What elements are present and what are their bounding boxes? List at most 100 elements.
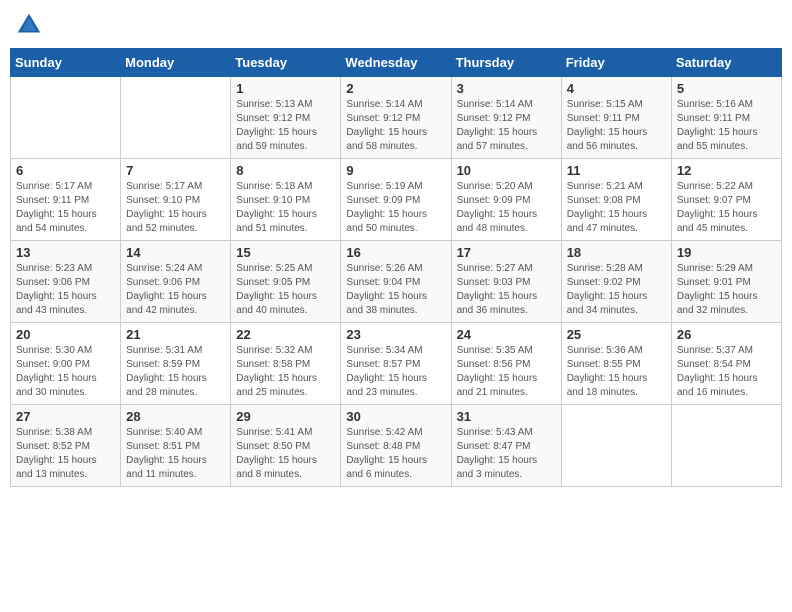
day-number: 2	[346, 81, 445, 96]
day-info: Sunrise: 5:24 AM Sunset: 9:06 PM Dayligh…	[126, 262, 225, 318]
calendar-cell: 8 Sunrise: 5:18 AM Sunset: 9:10 PM Daylig…	[231, 159, 341, 241]
day-info: Sunrise: 5:36 AM Sunset: 8:55 PM Dayligh…	[567, 344, 666, 400]
header-tuesday: Tuesday	[231, 49, 341, 77]
calendar-cell: 25 Sunrise: 5:36 AM Sunset: 8:55 PM Dayli…	[561, 323, 671, 405]
calendar-cell: 18 Sunrise: 5:28 AM Sunset: 9:02 PM Dayli…	[561, 241, 671, 323]
calendar-week-row: 1 Sunrise: 5:13 AM Sunset: 9:12 PM Daylig…	[11, 77, 782, 159]
day-info: Sunrise: 5:31 AM Sunset: 8:59 PM Dayligh…	[126, 344, 225, 400]
day-info: Sunrise: 5:21 AM Sunset: 9:08 PM Dayligh…	[567, 180, 666, 236]
day-info: Sunrise: 5:14 AM Sunset: 9:12 PM Dayligh…	[457, 98, 556, 154]
calendar-cell: 14 Sunrise: 5:24 AM Sunset: 9:06 PM Dayli…	[121, 241, 231, 323]
day-number: 13	[16, 245, 115, 260]
day-number: 23	[346, 327, 445, 342]
calendar-cell: 23 Sunrise: 5:34 AM Sunset: 8:57 PM Dayli…	[341, 323, 451, 405]
header-wednesday: Wednesday	[341, 49, 451, 77]
calendar-cell: 3Sunrise: 5:14 AM Sunset: 9:12 PM Daylig…	[451, 77, 561, 159]
day-info: Sunrise: 5:27 AM Sunset: 9:03 PM Dayligh…	[457, 262, 556, 318]
calendar-cell: 16 Sunrise: 5:26 AM Sunset: 9:04 PM Dayli…	[341, 241, 451, 323]
day-number: 10	[457, 163, 556, 178]
header-saturday: Saturday	[671, 49, 781, 77]
day-number: 17	[457, 245, 556, 260]
day-number: 22	[236, 327, 335, 342]
calendar-cell: 17 Sunrise: 5:27 AM Sunset: 9:03 PM Dayli…	[451, 241, 561, 323]
day-number: 16	[346, 245, 445, 260]
calendar-cell: 5 Sunrise: 5:16 AM Sunset: 9:11 PM Daylig…	[671, 77, 781, 159]
day-info: Sunrise: 5:29 AM Sunset: 9:01 PM Dayligh…	[677, 262, 776, 318]
day-number: 31	[457, 409, 556, 424]
calendar-week-row: 13 Sunrise: 5:23 AM Sunset: 9:06 PM Dayli…	[11, 241, 782, 323]
calendar-cell: 26 Sunrise: 5:37 AM Sunset: 8:54 PM Dayli…	[671, 323, 781, 405]
logo	[14, 10, 48, 40]
day-info: Sunrise: 5:22 AM Sunset: 9:07 PM Dayligh…	[677, 180, 776, 236]
day-number: 24	[457, 327, 556, 342]
calendar-cell: 30 Sunrise: 5:42 AM Sunset: 8:48 PM Dayli…	[341, 405, 451, 487]
day-info: Sunrise: 5:30 AM Sunset: 9:00 PM Dayligh…	[16, 344, 115, 400]
day-number: 5	[677, 81, 776, 96]
day-info: Sunrise: 5:37 AM Sunset: 8:54 PM Dayligh…	[677, 344, 776, 400]
day-info: Sunrise: 5:28 AM Sunset: 9:02 PM Dayligh…	[567, 262, 666, 318]
day-number: 14	[126, 245, 225, 260]
calendar-cell: 20 Sunrise: 5:30 AM Sunset: 9:00 PM Dayli…	[11, 323, 121, 405]
calendar-cell: 19 Sunrise: 5:29 AM Sunset: 9:01 PM Dayli…	[671, 241, 781, 323]
day-info: Sunrise: 5:20 AM Sunset: 9:09 PM Dayligh…	[457, 180, 556, 236]
day-number: 8	[236, 163, 335, 178]
day-info: Sunrise: 5:26 AM Sunset: 9:04 PM Dayligh…	[346, 262, 445, 318]
calendar-cell: 21 Sunrise: 5:31 AM Sunset: 8:59 PM Dayli…	[121, 323, 231, 405]
calendar-cell: 10 Sunrise: 5:20 AM Sunset: 9:09 PM Dayli…	[451, 159, 561, 241]
calendar-table: SundayMondayTuesdayWednesdayThursdayFrid…	[10, 48, 782, 487]
calendar-cell: 28 Sunrise: 5:40 AM Sunset: 8:51 PM Dayli…	[121, 405, 231, 487]
day-number: 4	[567, 81, 666, 96]
calendar-cell: 13 Sunrise: 5:23 AM Sunset: 9:06 PM Dayli…	[11, 241, 121, 323]
calendar-cell: 29 Sunrise: 5:41 AM Sunset: 8:50 PM Dayli…	[231, 405, 341, 487]
day-info: Sunrise: 5:15 AM Sunset: 9:11 PM Dayligh…	[567, 98, 666, 154]
day-info: Sunrise: 5:34 AM Sunset: 8:57 PM Dayligh…	[346, 344, 445, 400]
calendar-week-row: 27 Sunrise: 5:38 AM Sunset: 8:52 PM Dayli…	[11, 405, 782, 487]
day-number: 12	[677, 163, 776, 178]
day-info: Sunrise: 5:43 AM Sunset: 8:47 PM Dayligh…	[457, 426, 556, 482]
header-friday: Friday	[561, 49, 671, 77]
day-info: Sunrise: 5:23 AM Sunset: 9:06 PM Dayligh…	[16, 262, 115, 318]
day-info: Sunrise: 5:25 AM Sunset: 9:05 PM Dayligh…	[236, 262, 335, 318]
calendar-cell: 24 Sunrise: 5:35 AM Sunset: 8:56 PM Dayli…	[451, 323, 561, 405]
calendar-cell: 4 Sunrise: 5:15 AM Sunset: 9:11 PM Daylig…	[561, 77, 671, 159]
day-number: 21	[126, 327, 225, 342]
calendar-cell: 2 Sunrise: 5:14 AM Sunset: 9:12 PM Daylig…	[341, 77, 451, 159]
header-sunday: Sunday	[11, 49, 121, 77]
day-number: 26	[677, 327, 776, 342]
day-number: 1	[236, 81, 335, 96]
day-info: Sunrise: 5:17 AM Sunset: 9:11 PM Dayligh…	[16, 180, 115, 236]
calendar-header-row: SundayMondayTuesdayWednesdayThursdayFrid…	[11, 49, 782, 77]
calendar-cell: 27 Sunrise: 5:38 AM Sunset: 8:52 PM Dayli…	[11, 405, 121, 487]
calendar-cell: 11 Sunrise: 5:21 AM Sunset: 9:08 PM Dayli…	[561, 159, 671, 241]
calendar-cell: 9 Sunrise: 5:19 AM Sunset: 9:09 PM Daylig…	[341, 159, 451, 241]
calendar-cell	[11, 77, 121, 159]
day-info: Sunrise: 5:19 AM Sunset: 9:09 PM Dayligh…	[346, 180, 445, 236]
day-info: Sunrise: 5:13 AM Sunset: 9:12 PM Dayligh…	[236, 98, 335, 154]
calendar-cell: 12 Sunrise: 5:22 AM Sunset: 9:07 PM Dayli…	[671, 159, 781, 241]
day-info: Sunrise: 5:41 AM Sunset: 8:50 PM Dayligh…	[236, 426, 335, 482]
day-number: 25	[567, 327, 666, 342]
day-number: 9	[346, 163, 445, 178]
day-info: Sunrise: 5:38 AM Sunset: 8:52 PM Dayligh…	[16, 426, 115, 482]
day-info: Sunrise: 5:14 AM Sunset: 9:12 PM Dayligh…	[346, 98, 445, 154]
day-info: Sunrise: 5:40 AM Sunset: 8:51 PM Dayligh…	[126, 426, 225, 482]
day-number: 18	[567, 245, 666, 260]
day-info: Sunrise: 5:16 AM Sunset: 9:11 PM Dayligh…	[677, 98, 776, 154]
day-info: Sunrise: 5:42 AM Sunset: 8:48 PM Dayligh…	[346, 426, 445, 482]
calendar-week-row: 20 Sunrise: 5:30 AM Sunset: 9:00 PM Dayli…	[11, 323, 782, 405]
day-number: 27	[16, 409, 115, 424]
day-number: 28	[126, 409, 225, 424]
day-number: 11	[567, 163, 666, 178]
page-header	[10, 10, 782, 40]
header-thursday: Thursday	[451, 49, 561, 77]
day-number: 20	[16, 327, 115, 342]
day-number: 29	[236, 409, 335, 424]
calendar-cell	[561, 405, 671, 487]
day-number: 19	[677, 245, 776, 260]
calendar-cell: 15Sunrise: 5:25 AM Sunset: 9:05 PM Dayli…	[231, 241, 341, 323]
logo-icon	[14, 10, 44, 40]
day-info: Sunrise: 5:35 AM Sunset: 8:56 PM Dayligh…	[457, 344, 556, 400]
day-number: 30	[346, 409, 445, 424]
day-info: Sunrise: 5:18 AM Sunset: 9:10 PM Dayligh…	[236, 180, 335, 236]
day-number: 6	[16, 163, 115, 178]
